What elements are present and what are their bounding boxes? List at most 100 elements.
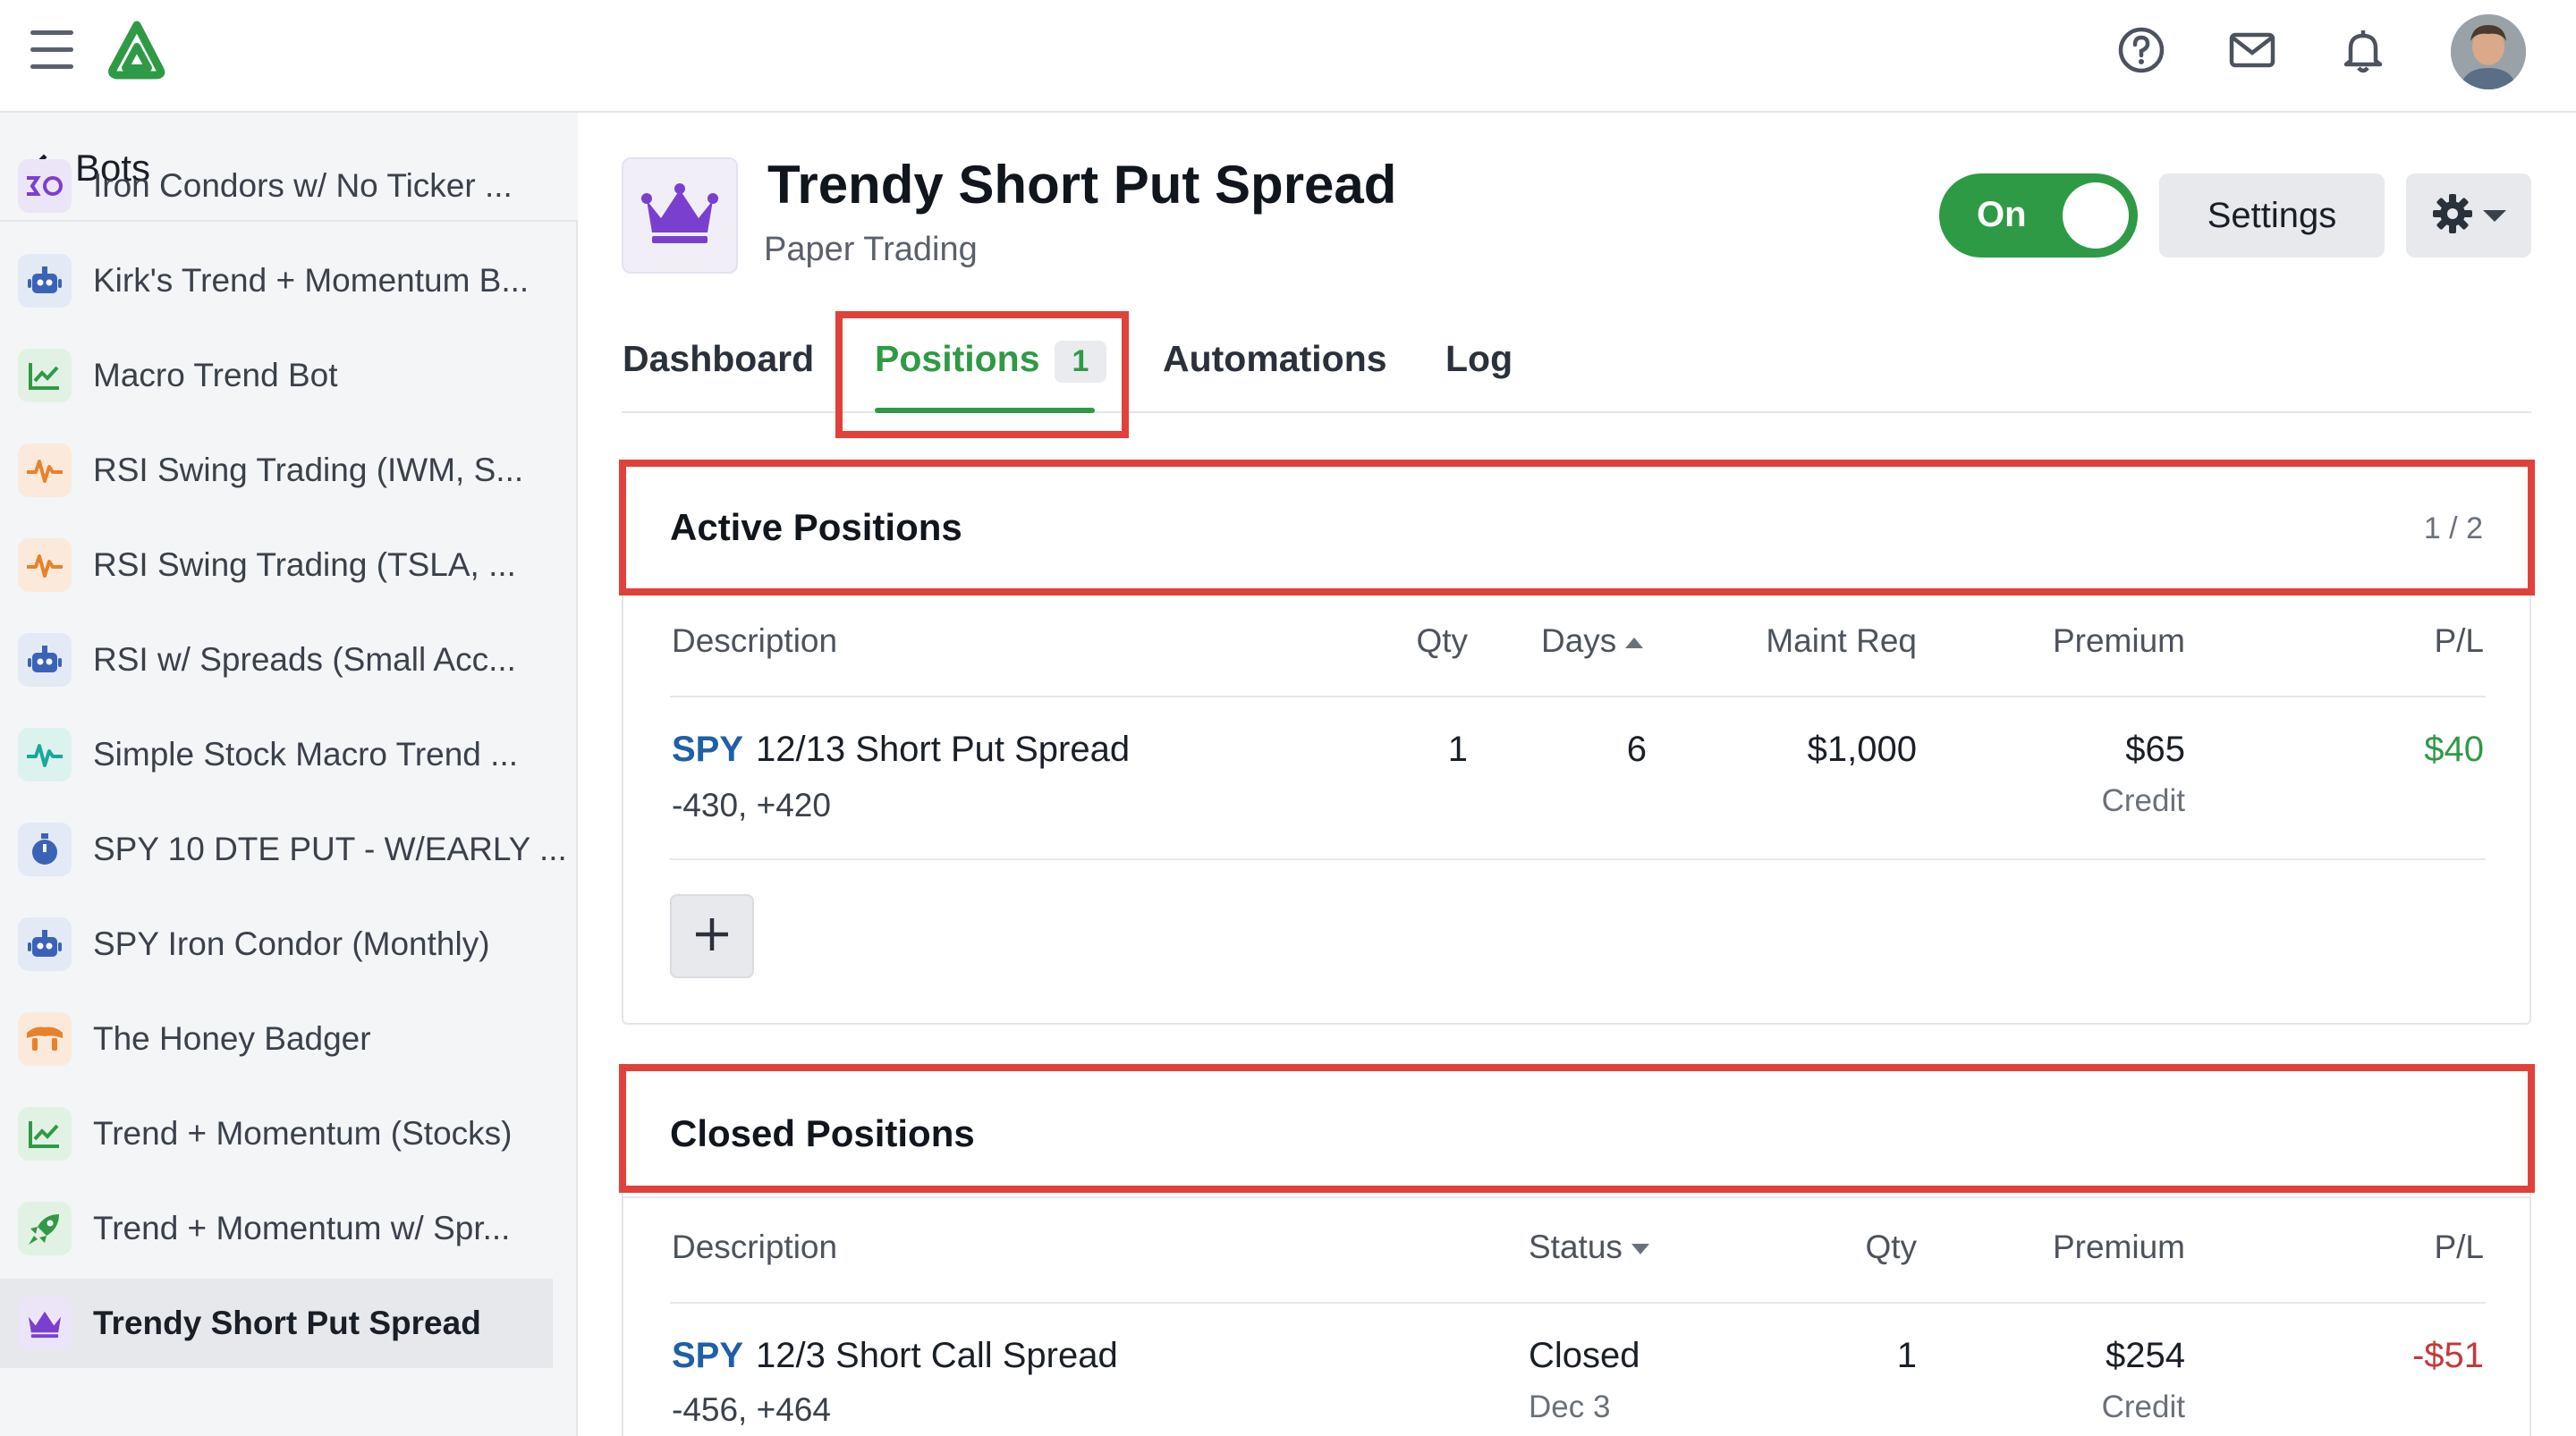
position-status-date: Dec 3	[1529, 1390, 1611, 1424]
row-divider	[670, 696, 2486, 697]
position-name: 12/3 Short Call Spread	[756, 1336, 1118, 1375]
row-divider	[670, 1302, 2486, 1304]
add-position-button[interactable]	[670, 894, 754, 978]
sidebar-item-bot[interactable]: The Honey Badger	[0, 994, 553, 1084]
robot-icon	[18, 917, 72, 971]
active-tab-indicator	[875, 408, 1095, 413]
sidebar-item-bot[interactable]: RSI Swing Trading (IWM, S...	[0, 426, 553, 515]
top-bar	[0, 0, 2576, 113]
pulse-icon	[18, 728, 72, 781]
sidebar-item-bot[interactable]: Trendy Short Put Spread	[0, 1279, 553, 1368]
sidebar-item-label: Macro Trend Bot	[93, 357, 338, 393]
help-circle-icon[interactable]	[2116, 25, 2166, 75]
gear-icon	[2431, 192, 2474, 240]
position-premium: $65	[2125, 730, 2185, 769]
col-pl[interactable]: P/L	[2323, 1229, 2484, 1266]
active-positions-count: 1 / 2	[2423, 511, 2483, 545]
sidebar-item-label: RSI Swing Trading (TSLA, ...	[93, 546, 516, 583]
sidebar-item-bot[interactable]: Macro Trend Bot	[0, 331, 553, 420]
gear-menu-button[interactable]	[2406, 173, 2531, 258]
mail-icon[interactable]	[2227, 25, 2277, 75]
sidebar-item-label: Trend + Momentum (Stocks)	[93, 1115, 513, 1152]
sidebar-item-bot[interactable]: Trend + Momentum w/ Spr...	[0, 1184, 553, 1273]
bot-avatar	[622, 157, 738, 274]
col-status-label: Status	[1529, 1229, 1623, 1265]
robot-icon	[18, 633, 72, 687]
position-legs: -456, +464	[672, 1391, 831, 1428]
crown-icon	[18, 1297, 72, 1350]
col-qty[interactable]: Qty	[1339, 622, 1468, 660]
position-qty: 1	[1896, 1336, 1917, 1375]
sidebar-item-bot[interactable]: SPY Iron Condor (Monthly)	[0, 900, 553, 989]
position-description: SPY 12/3 Short Call Spread	[672, 1336, 1118, 1376]
ticker-link[interactable]: SPY	[672, 730, 743, 769]
chart-line-icon	[18, 349, 72, 402]
row-divider	[670, 858, 2486, 860]
sidebar-item-label: SPY Iron Condor (Monthly)	[93, 925, 490, 962]
page-title: Trendy Short Put Spread	[767, 155, 1397, 215]
ticker-link[interactable]: SPY	[672, 1336, 743, 1375]
sidebar-item-label: Simple Stock Macro Trend ...	[93, 736, 519, 773]
col-status[interactable]: Status	[1529, 1229, 1649, 1266]
sidebar-item-label: Kirk's Trend + Momentum B...	[93, 262, 530, 299]
badger-icon	[18, 1012, 72, 1066]
sidebar-item-label: The Honey Badger	[93, 1020, 371, 1057]
positions-count-badge: 1	[1054, 340, 1107, 383]
toggle-label: On	[1977, 195, 2027, 234]
tab-automations[interactable]: Automations	[1163, 338, 1387, 380]
tab-dashboard[interactable]: Dashboard	[623, 338, 814, 380]
col-pl[interactable]: P/L	[2323, 622, 2484, 660]
sidebar-item-bot[interactable]: RSI w/ Spreads (Small Acc...	[0, 615, 553, 705]
col-description[interactable]: Description	[672, 622, 837, 660]
page-subtitle: Paper Trading	[764, 231, 978, 268]
sidebar-item-bot[interactable]: Iron Condors w/ No Ticker ...	[0, 141, 553, 231]
col-maint-req[interactable]: Maint Req	[1697, 622, 1917, 660]
hamburger-icon[interactable]	[30, 30, 73, 72]
sidebar-item-label: Trend + Momentum w/ Spr...	[93, 1210, 511, 1246]
card-header-divider	[623, 590, 2529, 592]
position-name: 12/13 Short Put Spread	[756, 730, 1131, 769]
position-premium-type: Credit	[2101, 783, 2185, 818]
sidebar-item-bot[interactable]: SPY 10 DTE PUT - W/EARLY ...	[0, 805, 567, 894]
tab-positions-label: Positions	[875, 338, 1040, 379]
closed-positions-title: Closed Positions	[670, 1112, 975, 1154]
sidebar-item-label: RSI w/ Spreads (Small Acc...	[93, 641, 516, 678]
chevron-down-icon	[2483, 209, 2506, 222]
position-qty: 1	[1447, 730, 1468, 769]
card-header-divider	[623, 1196, 2529, 1198]
brand-logo-icon[interactable]	[104, 20, 170, 80]
settings-button[interactable]: Settings	[2159, 173, 2385, 258]
position-premium-type: Credit	[2101, 1390, 2185, 1424]
col-days-label: Days	[1541, 622, 1617, 659]
col-premium[interactable]: Premium	[2006, 1229, 2185, 1266]
chart-line-icon	[18, 1107, 72, 1161]
sidebar-item-label: RSI Swing Trading (IWM, S...	[93, 452, 524, 488]
col-premium[interactable]: Premium	[2006, 622, 2185, 660]
sidebar-item-bot[interactable]: Kirk's Trend + Momentum B...	[0, 236, 553, 325]
position-legs: -430, +420	[672, 787, 831, 824]
plus-icon	[692, 915, 732, 959]
stopwatch-icon	[18, 823, 72, 876]
col-description[interactable]: Description	[672, 1229, 837, 1266]
position-description: SPY 12/13 Short Put Spread	[672, 730, 1130, 770]
position-pl: $40	[2424, 730, 2484, 769]
bots-sidebar: Bots Iron Condors w/ No Ticker ... Kirk's…	[0, 113, 578, 1436]
sidebar-item-bot[interactable]: Trend + Momentum (Stocks)	[0, 1089, 553, 1178]
col-qty[interactable]: Qty	[1786, 1229, 1917, 1266]
position-status: Closed	[1529, 1336, 1640, 1375]
bot-on-toggle[interactable]: On	[1939, 173, 2138, 258]
tab-log[interactable]: Log	[1445, 338, 1513, 380]
sidebar-item-bot[interactable]: RSI Swing Trading (TSLA, ...	[0, 520, 553, 610]
user-avatar[interactable]	[2451, 14, 2526, 89]
bell-icon[interactable]	[2338, 25, 2388, 75]
sort-up-icon	[1625, 638, 1644, 649]
active-positions-title: Active Positions	[670, 506, 962, 548]
position-premium: $254	[2106, 1336, 2185, 1375]
sidebar-item-label: Trendy Short Put Spread	[93, 1305, 481, 1341]
tab-positions[interactable]: Positions 1	[875, 338, 1107, 383]
sidebar-item-bot[interactable]: Simple Stock Macro Trend ...	[0, 710, 553, 799]
sidebar-item-label: SPY 10 DTE PUT - W/EARLY ...	[93, 831, 567, 867]
crown-icon	[640, 182, 720, 249]
position-maint-req: $1,000	[1807, 730, 1917, 769]
col-days[interactable]: Days	[1541, 622, 1644, 660]
